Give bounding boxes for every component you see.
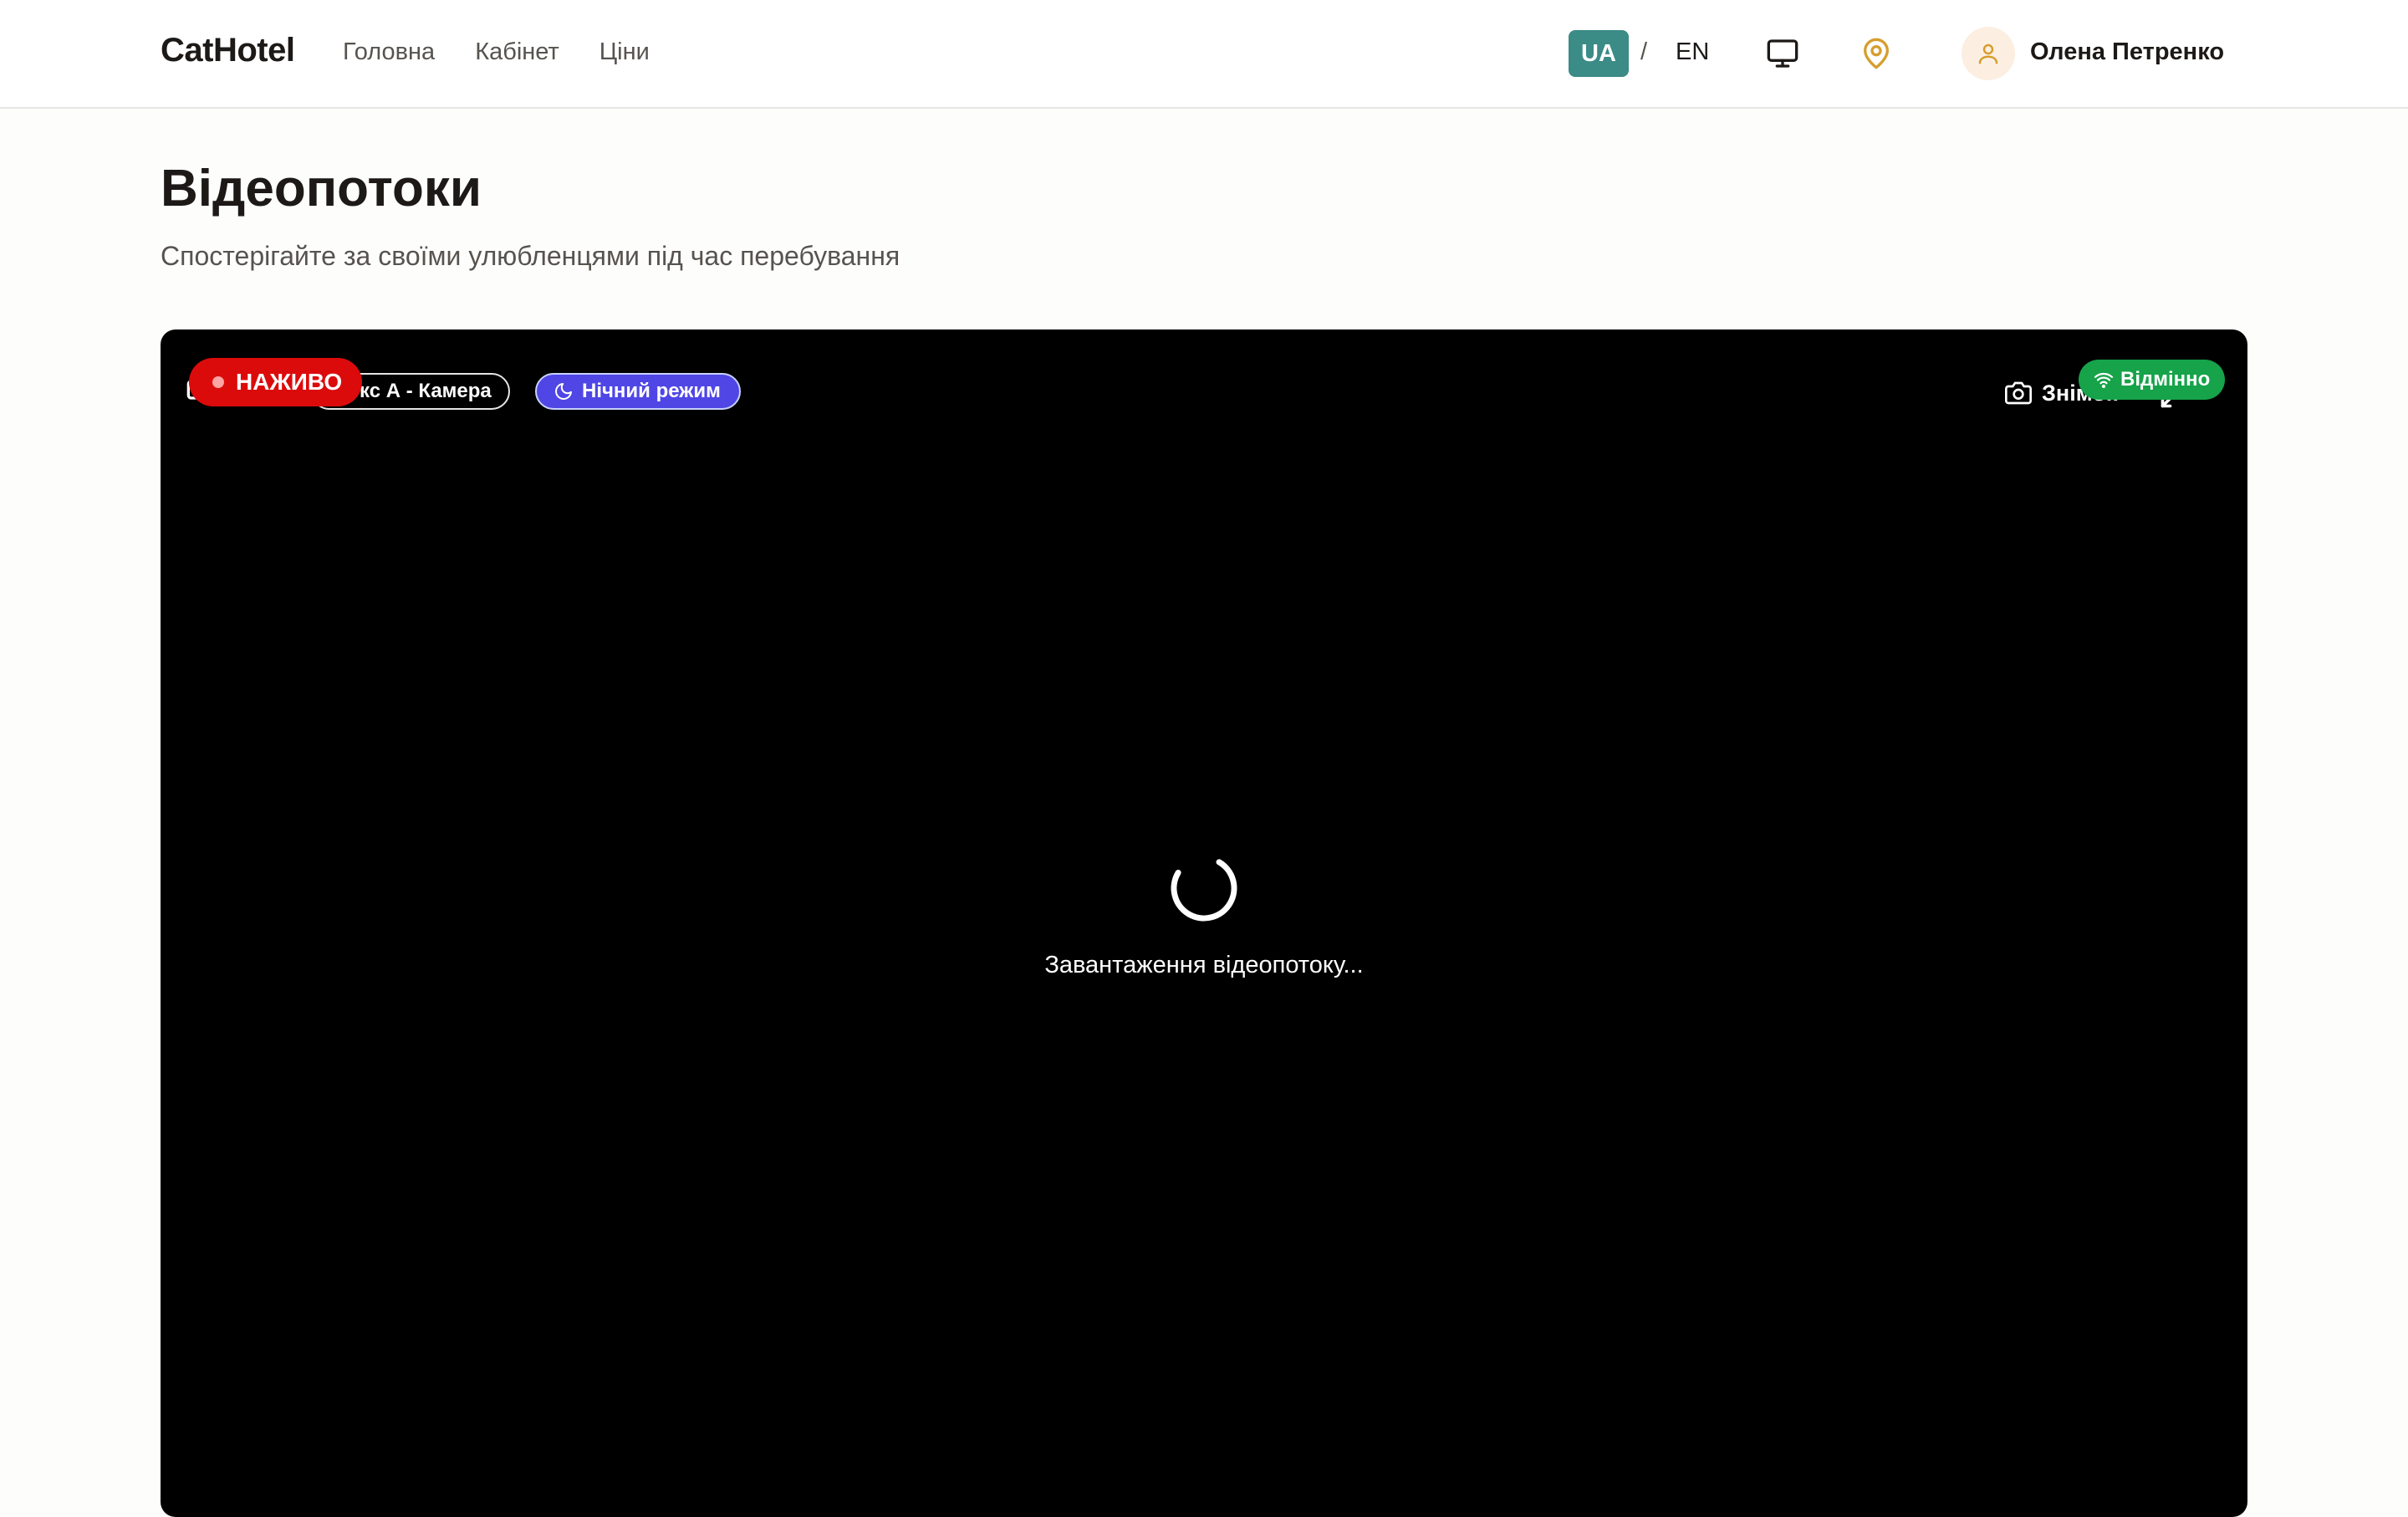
language-ua-button[interactable]: UA [1569,30,1629,77]
nav-link-cabinet[interactable]: Кабінет [475,38,559,66]
avatar[interactable] [1962,27,2015,80]
nav-link-prices[interactable]: Ціни [599,38,650,66]
user-name[interactable]: Олена Петренко [2030,38,2224,66]
top-navbar: CatHotel Головна Кабінет Ціни UA / EN Ол… [0,0,2408,109]
language-en-button[interactable]: EN [1676,38,1709,66]
map-pin-icon[interactable] [1860,35,1893,72]
wifi-icon [2094,372,2114,389]
moon-icon [555,383,572,400]
logo[interactable]: CatHotel [161,32,295,69]
video-player[interactable]: кс А - Камера Нічний режим НАЖИВО Знімок… [161,329,2247,1517]
loading-text: Завантаження відеопотоку... [1044,952,1364,978]
camera-icon [2005,381,2032,405]
page-title: Відеопотоки [161,160,482,217]
night-mode-badge[interactable]: Нічний режим [535,373,741,410]
connection-quality-badge: Відмінно [2079,360,2226,400]
page-subtitle: Спостерігайте за своїми улюбленцями під … [161,241,900,271]
live-dot [212,376,224,388]
monitor-icon[interactable] [1766,37,1799,70]
language-separator: / [1640,38,1648,65]
live-label: НАЖИВО [236,369,343,395]
night-mode-label: Нічний режим [582,380,721,402]
nav-link-home[interactable]: Головна [343,38,435,66]
live-badge: НАЖИВО [189,358,363,406]
connection-quality-label: Відмінно [2120,368,2211,391]
user-icon [1978,43,1998,64]
main-nav: Головна Кабінет Ціни [343,38,650,66]
loader-spinner [1171,855,1237,922]
